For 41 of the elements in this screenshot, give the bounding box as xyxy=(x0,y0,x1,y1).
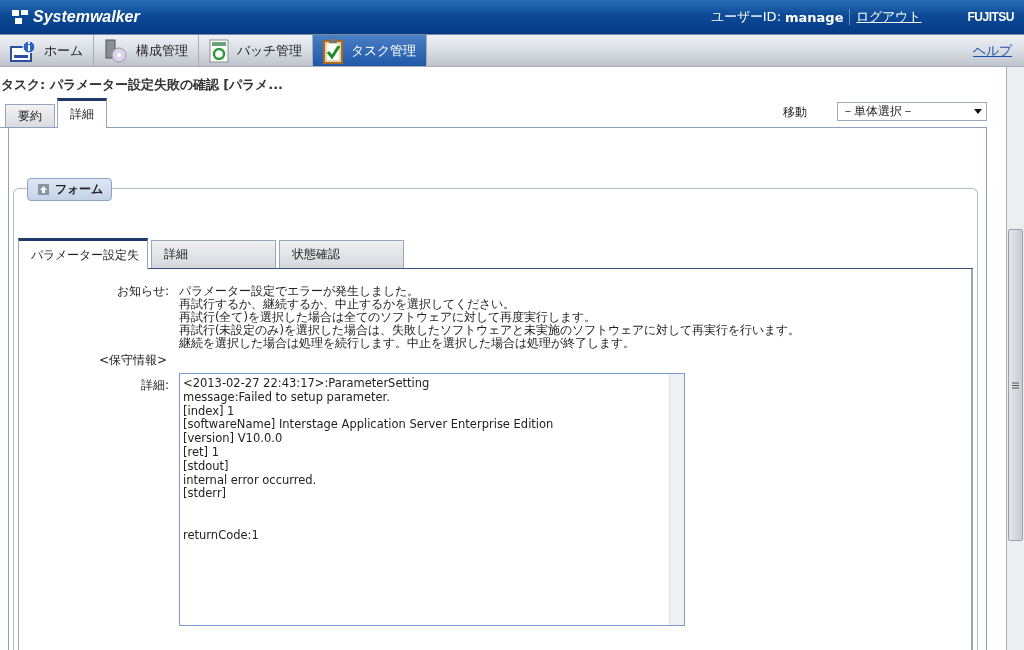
notice-text: 再試行するか、継続するか、中止するかを選択してください。 xyxy=(179,298,515,311)
notice-text: 継続を選択した場合は処理を続行します。中止を選択した場合は処理が終了します。 xyxy=(179,337,636,350)
maintenance-heading: <保守情報> xyxy=(98,354,169,367)
move-select[interactable]: －単体選択－ xyxy=(837,102,987,121)
nav-tab-label: バッチ管理 xyxy=(237,41,302,60)
nav-tab[interactable]: ホーム xyxy=(0,35,94,66)
help-link[interactable]: ヘルプ xyxy=(973,41,1012,60)
user-id: manage xyxy=(785,9,844,25)
app-logo: Systemwalker xyxy=(33,8,140,26)
notice-text: パラメーター設定でエラーが発生しました。 xyxy=(179,285,420,298)
scrollbar-thumb[interactable] xyxy=(1008,229,1023,541)
nav-tab[interactable]: タスク管理 xyxy=(313,35,427,66)
grip-icon xyxy=(1012,381,1019,389)
notice-text: 再試行(全て)を選択した場合は全てのソフトウェアに対して再度実行します。 xyxy=(179,311,597,324)
clipboard-check-icon xyxy=(323,37,343,64)
nav-tab-label: 構成管理 xyxy=(136,41,188,60)
scrollbar[interactable] xyxy=(1006,67,1024,650)
server-disc-icon xyxy=(104,38,128,63)
page-title: タスク: パラメーター設定失敗の確認 [パラメ... xyxy=(0,76,284,94)
collapse-up-icon xyxy=(38,184,49,195)
info-window-icon xyxy=(10,39,36,62)
detail-log-field[interactable]: <2013-02-27 22:43:17>:ParameterSetting message:Failed to setup parameter. [index] 1 [softwareName] Interstage Application Server Enterprise Edition [version] V10.0.0 [ret] 1 [stdout] internal error occurred. [stderr] returnCode:1 xyxy=(179,373,685,626)
user-label: ユーザーID: xyxy=(710,8,781,26)
logout-link[interactable]: ログアウト xyxy=(856,8,922,26)
nav-tab[interactable]: 構成管理 xyxy=(94,35,199,66)
dropdown-arrow-icon xyxy=(974,109,982,114)
brand-logo: FUJITSU xyxy=(967,10,1014,24)
nav-tab-label: ホーム xyxy=(44,41,83,60)
tab[interactable]: 詳細 xyxy=(57,98,107,128)
nav-tab[interactable]: バッチ管理 xyxy=(199,35,313,66)
nav-tab-label: タスク管理 xyxy=(351,41,416,60)
notice-label: お知らせ: xyxy=(115,285,169,300)
form-toggle-button[interactable]: フォーム xyxy=(27,178,112,201)
form-tab[interactable]: 詳細 xyxy=(151,240,276,268)
detail-label: 詳細: xyxy=(139,379,169,394)
form-tab[interactable]: 状態確認 xyxy=(279,240,404,268)
notice-text: 再試行(未設定のみ)を選択した場合は、失敗したソフトウェアと未実施のソフトウェアに対して再実行を行います。 xyxy=(179,324,801,337)
move-label: 移動 xyxy=(783,104,807,121)
form-tab[interactable]: パラメーター設定失 xyxy=(18,238,148,269)
logo-icon xyxy=(10,8,30,26)
tab[interactable]: 要約 xyxy=(5,104,55,127)
